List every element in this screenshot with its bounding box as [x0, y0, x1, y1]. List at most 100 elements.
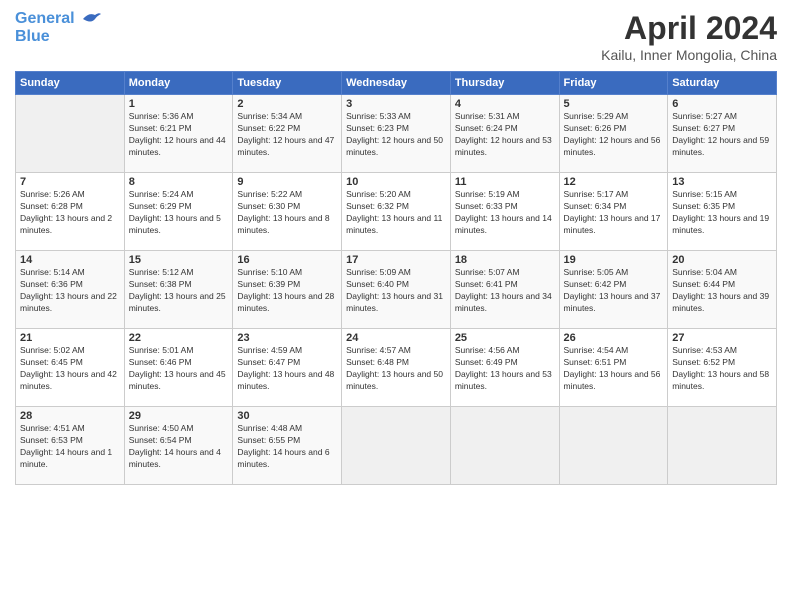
day-number: 26: [564, 332, 664, 344]
page-container: General Blue April 2024 Kailu, Inner Mon…: [0, 0, 792, 495]
day-number: 8: [129, 176, 229, 188]
day-info: Sunrise: 5:29 AMSunset: 6:26 PMDaylight:…: [564, 111, 664, 159]
day-number: 21: [20, 332, 120, 344]
day-info: Sunrise: 5:22 AMSunset: 6:30 PMDaylight:…: [237, 189, 337, 237]
day-info: Sunrise: 4:50 AMSunset: 6:54 PMDaylight:…: [129, 423, 229, 471]
day-info: Sunrise: 5:19 AMSunset: 6:33 PMDaylight:…: [455, 189, 555, 237]
day-number: 11: [455, 176, 555, 188]
day-info: Sunrise: 5:15 AMSunset: 6:35 PMDaylight:…: [672, 189, 772, 237]
calendar-cell: 23Sunrise: 4:59 AMSunset: 6:47 PMDayligh…: [233, 329, 342, 407]
day-number: 28: [20, 410, 120, 422]
calendar-cell: 18Sunrise: 5:07 AMSunset: 6:41 PMDayligh…: [450, 251, 559, 329]
day-number: 3: [346, 98, 446, 110]
day-number: 30: [237, 410, 337, 422]
day-info: Sunrise: 4:59 AMSunset: 6:47 PMDaylight:…: [237, 345, 337, 393]
day-info: Sunrise: 5:36 AMSunset: 6:21 PMDaylight:…: [129, 111, 229, 159]
calendar-cell: 11Sunrise: 5:19 AMSunset: 6:33 PMDayligh…: [450, 173, 559, 251]
day-number: 9: [237, 176, 337, 188]
calendar-cell: 15Sunrise: 5:12 AMSunset: 6:38 PMDayligh…: [124, 251, 233, 329]
calendar-cell: [16, 95, 125, 173]
weekday-header-row: SundayMondayTuesdayWednesdayThursdayFrid…: [16, 72, 777, 95]
day-info: Sunrise: 5:26 AMSunset: 6:28 PMDaylight:…: [20, 189, 120, 237]
day-info: Sunrise: 5:01 AMSunset: 6:46 PMDaylight:…: [129, 345, 229, 393]
logo-content: General Blue: [15, 10, 103, 46]
bird-icon: [81, 10, 103, 28]
day-number: 14: [20, 254, 120, 266]
day-info: Sunrise: 4:54 AMSunset: 6:51 PMDaylight:…: [564, 345, 664, 393]
day-number: 18: [455, 254, 555, 266]
calendar-cell: 7Sunrise: 5:26 AMSunset: 6:28 PMDaylight…: [16, 173, 125, 251]
day-number: 27: [672, 332, 772, 344]
calendar-cell: 21Sunrise: 5:02 AMSunset: 6:45 PMDayligh…: [16, 329, 125, 407]
day-info: Sunrise: 4:57 AMSunset: 6:48 PMDaylight:…: [346, 345, 446, 393]
weekday-header: Thursday: [450, 72, 559, 95]
calendar-cell: 10Sunrise: 5:20 AMSunset: 6:32 PMDayligh…: [342, 173, 451, 251]
title-section: April 2024 Kailu, Inner Mongolia, China: [601, 10, 777, 63]
calendar-week-row: 7Sunrise: 5:26 AMSunset: 6:28 PMDaylight…: [16, 173, 777, 251]
day-number: 15: [129, 254, 229, 266]
calendar-week-row: 21Sunrise: 5:02 AMSunset: 6:45 PMDayligh…: [16, 329, 777, 407]
logo: General Blue: [15, 10, 103, 46]
day-number: 12: [564, 176, 664, 188]
day-info: Sunrise: 5:17 AMSunset: 6:34 PMDaylight:…: [564, 189, 664, 237]
weekday-header: Monday: [124, 72, 233, 95]
calendar-cell: 2Sunrise: 5:34 AMSunset: 6:22 PMDaylight…: [233, 95, 342, 173]
calendar-cell: 28Sunrise: 4:51 AMSunset: 6:53 PMDayligh…: [16, 407, 125, 485]
day-number: 16: [237, 254, 337, 266]
day-info: Sunrise: 5:27 AMSunset: 6:27 PMDaylight:…: [672, 111, 772, 159]
calendar-cell: 26Sunrise: 4:54 AMSunset: 6:51 PMDayligh…: [559, 329, 668, 407]
location-subtitle: Kailu, Inner Mongolia, China: [601, 47, 777, 63]
calendar-cell: 8Sunrise: 5:24 AMSunset: 6:29 PMDaylight…: [124, 173, 233, 251]
calendar-table: SundayMondayTuesdayWednesdayThursdayFrid…: [15, 71, 777, 485]
weekday-header: Sunday: [16, 72, 125, 95]
day-info: Sunrise: 5:33 AMSunset: 6:23 PMDaylight:…: [346, 111, 446, 159]
day-number: 20: [672, 254, 772, 266]
calendar-cell: 14Sunrise: 5:14 AMSunset: 6:36 PMDayligh…: [16, 251, 125, 329]
day-number: 1: [129, 98, 229, 110]
day-number: 7: [20, 176, 120, 188]
day-number: 2: [237, 98, 337, 110]
calendar-cell: [559, 407, 668, 485]
day-info: Sunrise: 5:09 AMSunset: 6:40 PMDaylight:…: [346, 267, 446, 315]
calendar-cell: [450, 407, 559, 485]
day-number: 6: [672, 98, 772, 110]
calendar-week-row: 14Sunrise: 5:14 AMSunset: 6:36 PMDayligh…: [16, 251, 777, 329]
calendar-cell: 17Sunrise: 5:09 AMSunset: 6:40 PMDayligh…: [342, 251, 451, 329]
month-title: April 2024: [601, 10, 777, 47]
day-number: 10: [346, 176, 446, 188]
calendar-cell: 13Sunrise: 5:15 AMSunset: 6:35 PMDayligh…: [668, 173, 777, 251]
calendar-week-row: 1Sunrise: 5:36 AMSunset: 6:21 PMDaylight…: [16, 95, 777, 173]
day-number: 4: [455, 98, 555, 110]
day-number: 17: [346, 254, 446, 266]
calendar-cell: 3Sunrise: 5:33 AMSunset: 6:23 PMDaylight…: [342, 95, 451, 173]
day-info: Sunrise: 4:48 AMSunset: 6:55 PMDaylight:…: [237, 423, 337, 471]
day-info: Sunrise: 4:56 AMSunset: 6:49 PMDaylight:…: [455, 345, 555, 393]
calendar-cell: 30Sunrise: 4:48 AMSunset: 6:55 PMDayligh…: [233, 407, 342, 485]
day-info: Sunrise: 5:34 AMSunset: 6:22 PMDaylight:…: [237, 111, 337, 159]
header: General Blue April 2024 Kailu, Inner Mon…: [15, 10, 777, 63]
day-number: 24: [346, 332, 446, 344]
calendar-cell: 20Sunrise: 5:04 AMSunset: 6:44 PMDayligh…: [668, 251, 777, 329]
calendar-cell: 12Sunrise: 5:17 AMSunset: 6:34 PMDayligh…: [559, 173, 668, 251]
day-number: 23: [237, 332, 337, 344]
calendar-cell: 24Sunrise: 4:57 AMSunset: 6:48 PMDayligh…: [342, 329, 451, 407]
calendar-cell: 9Sunrise: 5:22 AMSunset: 6:30 PMDaylight…: [233, 173, 342, 251]
calendar-cell: 1Sunrise: 5:36 AMSunset: 6:21 PMDaylight…: [124, 95, 233, 173]
day-number: 19: [564, 254, 664, 266]
day-info: Sunrise: 5:05 AMSunset: 6:42 PMDaylight:…: [564, 267, 664, 315]
day-info: Sunrise: 5:07 AMSunset: 6:41 PMDaylight:…: [455, 267, 555, 315]
day-info: Sunrise: 5:24 AMSunset: 6:29 PMDaylight:…: [129, 189, 229, 237]
calendar-cell: [668, 407, 777, 485]
day-info: Sunrise: 5:02 AMSunset: 6:45 PMDaylight:…: [20, 345, 120, 393]
day-info: Sunrise: 5:12 AMSunset: 6:38 PMDaylight:…: [129, 267, 229, 315]
calendar-cell: 27Sunrise: 4:53 AMSunset: 6:52 PMDayligh…: [668, 329, 777, 407]
day-info: Sunrise: 4:51 AMSunset: 6:53 PMDaylight:…: [20, 423, 120, 471]
calendar-week-row: 28Sunrise: 4:51 AMSunset: 6:53 PMDayligh…: [16, 407, 777, 485]
day-info: Sunrise: 5:31 AMSunset: 6:24 PMDaylight:…: [455, 111, 555, 159]
day-number: 22: [129, 332, 229, 344]
weekday-header: Tuesday: [233, 72, 342, 95]
day-info: Sunrise: 5:20 AMSunset: 6:32 PMDaylight:…: [346, 189, 446, 237]
day-number: 25: [455, 332, 555, 344]
weekday-header: Wednesday: [342, 72, 451, 95]
day-number: 13: [672, 176, 772, 188]
